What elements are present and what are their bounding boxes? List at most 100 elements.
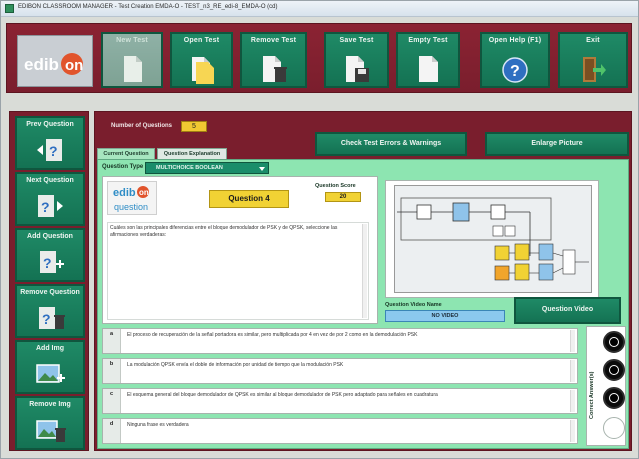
prev-question-icon: ? xyxy=(37,139,62,161)
question-video-button[interactable]: Question Video xyxy=(514,297,621,324)
answer-row[interactable]: c El esquema general del bloque demodula… xyxy=(102,388,578,414)
number-of-questions-label: Number of Questions xyxy=(111,123,173,129)
correct-toggle-b[interactable] xyxy=(603,359,625,381)
answer-scrollbar[interactable] xyxy=(570,360,575,382)
save-test-icon xyxy=(345,56,369,82)
demodulator-diagram-graphic xyxy=(397,197,589,281)
sidebar: Prev Question ? Next Question ? Add Ques… xyxy=(9,111,89,451)
svg-text:on: on xyxy=(139,188,149,197)
correct-toggle-a[interactable] xyxy=(603,331,625,353)
edibon-logo-graphic: edib on xyxy=(24,53,83,75)
svg-text:?: ? xyxy=(510,63,520,80)
demodulator-diagram xyxy=(394,185,592,293)
question-video-name-label: Question Video Name xyxy=(385,302,442,308)
answer-row[interactable]: d Ninguna frase es verdadera xyxy=(102,418,578,444)
question-score-label: Question Score xyxy=(315,183,356,189)
current-question-panel: Question Type MULTICHOICE BOOLEAN edib o… xyxy=(97,159,629,449)
exit-button[interactable]: Exit xyxy=(558,32,628,88)
open-test-label: Open Test xyxy=(183,37,220,44)
question-type-value: MULTICHOICE BOOLEAN xyxy=(156,165,223,171)
answer-row[interactable]: a El proceso de recuperación de la señal… xyxy=(102,328,578,354)
svg-text:?: ? xyxy=(41,199,50,215)
answer-text: Ninguna frase es verdadera xyxy=(127,422,189,428)
question-text: Cuáles son las principales diferencias e… xyxy=(110,225,338,238)
answer-text: La modulación QPSK envía el doble de inf… xyxy=(127,362,344,368)
exit-icon xyxy=(583,57,606,82)
answer-row[interactable]: b La modulación QPSK envía el doble de i… xyxy=(102,358,578,384)
question-video-name-field[interactable]: NO VIDEO xyxy=(385,310,505,322)
remove-question-label: Remove Question xyxy=(20,289,80,296)
remove-image-button[interactable]: Remove Img xyxy=(15,396,85,450)
add-image-icon xyxy=(36,364,65,383)
svg-text:edib: edib xyxy=(24,55,59,74)
question-number: Question 4 xyxy=(209,190,289,208)
remove-question-icon: ? xyxy=(39,307,65,329)
question-text-scrollbar[interactable] xyxy=(362,224,367,318)
question-type-label: Question Type xyxy=(102,164,144,170)
next-question-icon: ? xyxy=(38,195,63,217)
check-errors-button[interactable]: Check Test Errors & Warnings xyxy=(315,132,467,156)
save-test-label: Save Test xyxy=(339,37,374,44)
open-test-button[interactable]: Open Test xyxy=(170,32,233,88)
add-image-label: Add Img xyxy=(36,345,64,352)
answers-list: a El proceso de recuperación de la señal… xyxy=(102,328,578,446)
question-score-field[interactable]: 20 xyxy=(325,192,361,202)
question-text-area[interactable]: Cuáles son las principales diferencias e… xyxy=(107,222,369,320)
remove-image-label: Remove Img xyxy=(29,401,71,408)
svg-text:question: question xyxy=(114,202,148,212)
correct-toggle-d[interactable] xyxy=(603,417,625,439)
next-question-button[interactable]: Next Question ? xyxy=(15,172,85,226)
remove-test-button[interactable]: Remove Test xyxy=(240,32,307,88)
answer-scrollbar[interactable] xyxy=(570,390,575,412)
empty-test-button[interactable]: Empty Test xyxy=(396,32,460,88)
save-test-button[interactable]: Save Test xyxy=(324,32,389,88)
open-test-icon xyxy=(191,57,214,84)
exit-label: Exit xyxy=(586,37,600,44)
title-bar: EDIBON CLASSROOM MANAGER - Test Creation… xyxy=(1,1,638,17)
help-button[interactable]: Open Help (F1) ? xyxy=(480,32,550,88)
edibon-logo: edib on xyxy=(17,35,93,87)
answer-letter: a xyxy=(103,329,121,353)
question-type-select[interactable]: MULTICHOICE BOOLEAN xyxy=(145,162,269,174)
remove-test-label: Remove Test xyxy=(250,37,297,44)
correct-toggle-c[interactable] xyxy=(603,387,625,409)
svg-text:on: on xyxy=(65,57,83,74)
prev-question-label: Prev Question xyxy=(26,121,74,128)
help-label: Open Help (F1) xyxy=(488,37,542,44)
answer-letter: c xyxy=(103,389,121,413)
answer-text: El proceso de recuperación de la señal p… xyxy=(127,332,418,338)
edibon-question-logo-graphic: edib on question xyxy=(113,186,149,212)
question-editor: Number of Questions 5 Check Test Errors … xyxy=(94,111,632,451)
toolbar: edib on New Test Open Test Remove Test S… xyxy=(6,23,632,93)
add-question-button[interactable]: Add Question ? xyxy=(15,228,85,282)
number-of-questions-field[interactable]: 5 xyxy=(181,121,207,132)
correct-answers-label: Correct Answer(s) xyxy=(589,371,595,419)
new-test-icon xyxy=(124,56,142,82)
chevron-down-icon xyxy=(259,167,265,171)
answer-scrollbar[interactable] xyxy=(570,420,575,442)
app-icon xyxy=(5,4,14,13)
svg-text:edib: edib xyxy=(113,187,136,199)
next-question-label: Next Question xyxy=(26,177,74,184)
question-image xyxy=(385,180,599,298)
answer-letter: b xyxy=(103,359,121,383)
empty-test-label: Empty Test xyxy=(408,37,448,44)
add-question-icon: ? xyxy=(40,251,64,273)
answer-scrollbar[interactable] xyxy=(570,330,575,352)
remove-test-icon xyxy=(262,56,287,82)
add-image-button[interactable]: Add Img xyxy=(15,340,85,394)
enlarge-picture-button[interactable]: Enlarge Picture xyxy=(485,132,629,156)
answer-text: El esquema general del bloque demodulado… xyxy=(127,392,438,398)
app-window: EDIBON CLASSROOM MANAGER - Test Creation… xyxy=(0,0,639,459)
svg-text:?: ? xyxy=(43,255,52,271)
prev-question-button[interactable]: Prev Question ? xyxy=(15,116,85,170)
svg-text:?: ? xyxy=(49,143,58,159)
window-title: EDIBON CLASSROOM MANAGER - Test Creation… xyxy=(18,4,278,10)
new-test-label: New Test xyxy=(116,37,148,44)
add-question-label: Add Question xyxy=(27,233,73,240)
remove-question-button[interactable]: Remove Question ? xyxy=(15,284,85,338)
empty-test-icon xyxy=(419,56,438,82)
edibon-question-logo: edib on question xyxy=(107,181,157,215)
svg-text:?: ? xyxy=(42,311,51,327)
new-test-button[interactable]: New Test xyxy=(101,32,163,88)
